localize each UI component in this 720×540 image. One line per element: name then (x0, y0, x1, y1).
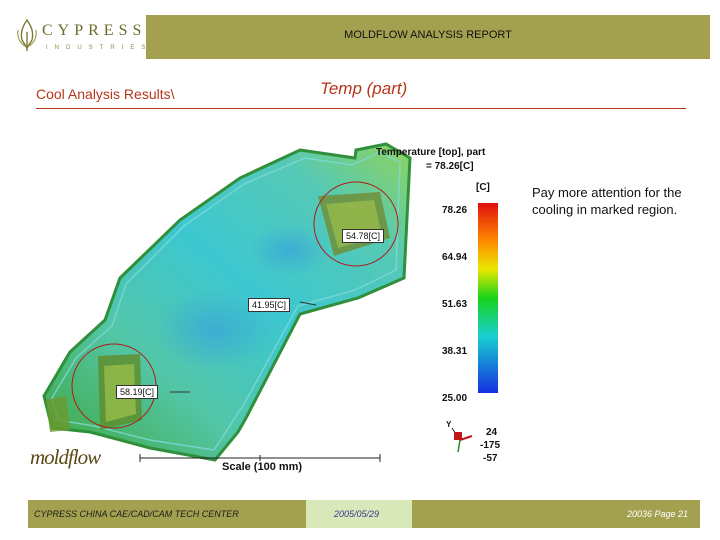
legend-tick-label: 25.00 (442, 393, 468, 404)
scale-label: Scale (100 mm) (222, 461, 303, 473)
legend-title-line1: Temperature [top], part (376, 147, 486, 158)
footer: CYPRESS CHINA CAE/CAD/CAM TECH CENTER 20… (0, 500, 720, 528)
temperature-callout: 54.78[C] (342, 229, 385, 243)
legend-tick-label: 51.63 (442, 299, 468, 310)
footer-date: 2005/05/29 (334, 509, 380, 519)
annotation-note: Pay more attention for the cooling in ma… (532, 185, 682, 217)
orientation-axis-label: Y (446, 420, 452, 429)
legend-tick-label: 38.31 (442, 346, 468, 357)
footer-right: 20036 Page 21 (412, 500, 700, 528)
legend-unit: [C] (476, 182, 490, 193)
legend-tick-label: 78.26 (442, 205, 468, 216)
footer-page: 20036 Page 21 (626, 509, 688, 519)
temperature-callout: 41.95[C] (248, 298, 291, 312)
temperature-callout: 58.19[C] (116, 385, 159, 399)
legend-title: Temperature [top], part = 78.26[C] (376, 146, 485, 174)
legend-tick-label: 64.94 (442, 252, 468, 263)
legend-title-line2: = 78.26[C] (426, 161, 474, 172)
orientation-angle: 24 (486, 427, 498, 438)
moldflow-logo: moldflow (30, 445, 101, 469)
footer-organization: CYPRESS CHINA CAE/CAD/CAM TECH CENTER (34, 509, 239, 519)
orientation-angle: -175 (480, 440, 501, 451)
legend-color-bar (478, 203, 498, 393)
orientation-triad (451, 427, 473, 453)
footer-middle: 2005/05/29 (306, 500, 412, 528)
orientation-angle: -57 (483, 453, 498, 464)
part-body (42, 142, 412, 462)
temperature-plot (42, 142, 498, 462)
footer-left: CYPRESS CHINA CAE/CAD/CAM TECH CENTER (28, 500, 306, 528)
